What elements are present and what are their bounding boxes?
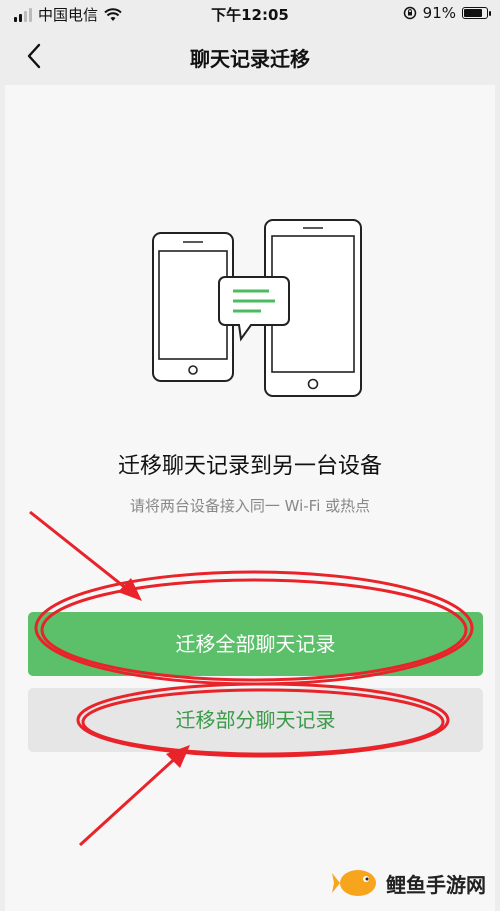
battery-percent: 91% [422,4,456,22]
screen: 中国电信 下午12:05 91% 聊天记录迁移 迁移聊天记录到另一台设备 请将两… [0,0,500,911]
nav-bar: 聊天记录迁移 [0,30,500,82]
status-right: 91% [403,4,491,22]
status-bar: 中国电信 下午12:05 91% [0,0,500,30]
wifi-hint: 请将两台设备接入同一 Wi-Fi 或热点 [129,497,371,515]
content-area: 迁移聊天记录到另一台设备 请将两台设备接入同一 Wi-Fi 或热点 迁移全部聊天… [5,85,495,911]
battery-fill [464,9,483,17]
carp-logo-icon [332,870,376,896]
watermark: 鲤鱼手游网 [332,865,486,901]
migration-headline: 迁移聊天记录到另一台设备 [117,454,382,479]
orientation-lock-icon [403,6,416,20]
battery-icon [462,7,491,19]
migrate-partial-button[interactable]: 迁移部分聊天记录 [28,688,483,752]
phones-transfer-illustration [152,219,362,397]
migrate-all-button[interactable]: 迁移全部聊天记录 [28,612,483,676]
watermark-text: 鲤鱼手游网 [386,872,486,897]
page-title: 聊天记录迁移 [190,47,310,71]
